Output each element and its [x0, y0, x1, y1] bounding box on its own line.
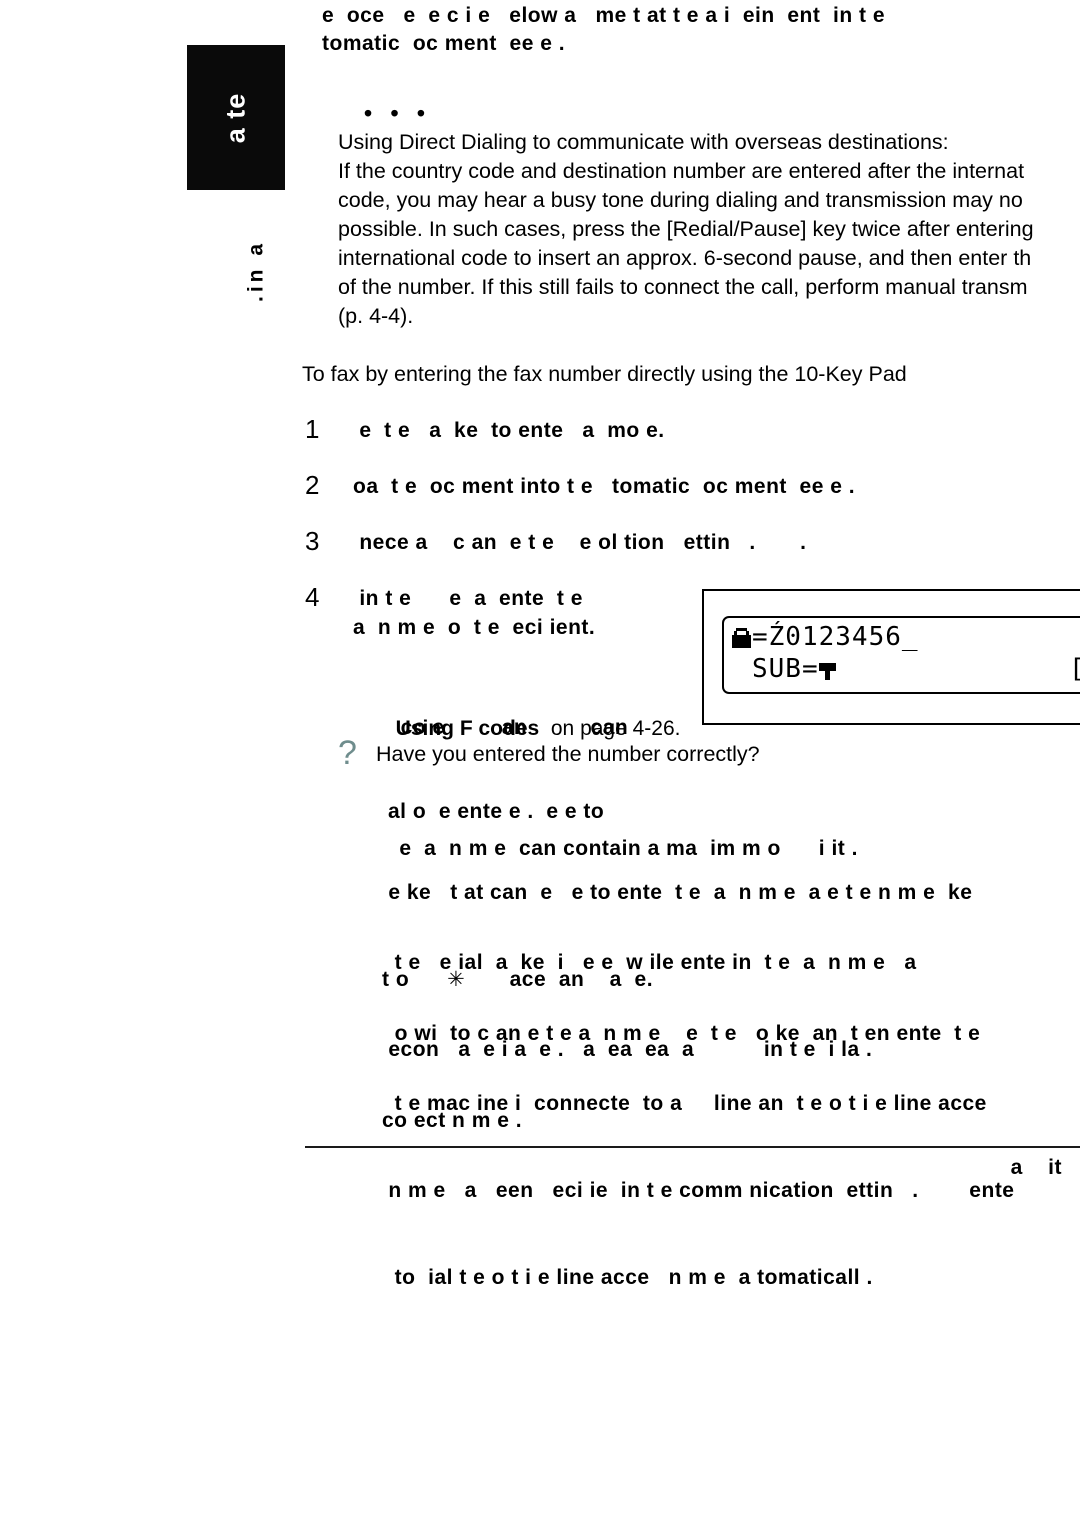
dialing-line-6: of the number. If this still fails to co…: [338, 275, 1028, 299]
lcd-number-value: =Ź0123456_: [752, 622, 919, 652]
chapter-tab-label: a te: [220, 92, 251, 143]
step-4-number: 4: [305, 582, 320, 612]
direct-dialing-note: Using Direct Dialing to communicate with…: [338, 128, 1080, 331]
dialing-line-5: international code to insert an approx. …: [338, 246, 1032, 270]
step-4-reference-suffix: on page 4-26.: [539, 717, 681, 740]
step-3-text: nece a c an e t e e ol tion ettin . .: [353, 531, 807, 554]
step-2-text: oa t e oc ment into t e tomatic oc ment …: [353, 475, 856, 498]
dialing-line-1: Using Direct Dialing to communicate with…: [338, 130, 949, 154]
header-note-line-2: tomatic oc ment ee e .: [322, 32, 566, 55]
cursor-block-icon: [818, 661, 836, 680]
footer-divider: [305, 1146, 1080, 1148]
dialing-line-4: possible. In such cases, press the [Redi…: [338, 217, 1034, 241]
note-5-line-3: to ial t e o t i e line acce n m e a tom…: [382, 1266, 873, 1289]
ellipsis-dots: • • •: [364, 100, 431, 126]
lcd-sub-label: SUB=: [752, 654, 819, 684]
intro-line: To fax by entering the fax number direct…: [302, 362, 907, 386]
footer-text: a it: [1004, 1156, 1062, 1179]
margin-vertical-label: .in a: [244, 239, 268, 303]
step-2-number: 2: [305, 470, 320, 500]
fax-machine-icon: [732, 628, 751, 648]
lcd-line-2: SUB=: [752, 654, 836, 684]
note-5-line-1: t e mac ine i connecte to a line an t e …: [382, 1092, 987, 1115]
dialing-line-3: code, you may hear a busy tone during di…: [338, 188, 1023, 212]
step-1-text: e t e a ke to ente a mo e.: [353, 419, 665, 442]
step-4-reference: Using F codes on page 4-26.: [384, 716, 724, 742]
dialing-line-7: (p. 4-4).: [338, 304, 414, 328]
step-4-text: in t e e a ente t e a n m e o t e eci ie…: [353, 587, 596, 639]
lcd-screen: =Ź0123456_ SUB= [1: [722, 616, 1080, 694]
note-5: t e mac ine i connecte to a line an t e …: [382, 1031, 1080, 1350]
header-note-line-1: e oce e e c i e elow a me t at t e a i e…: [322, 4, 886, 27]
help-question-text: Have you entered the number correctly?: [376, 742, 760, 766]
header-note: e oce e e c i e elow a me t at t e a i e…: [322, 2, 1080, 58]
manual-page: a te .in a e oce e e c i e elow a me t a…: [0, 0, 1080, 1529]
lcd-line-2-right: [1: [1069, 654, 1080, 684]
step-3-number: 3: [305, 526, 320, 556]
step-4-reference-prefix: [384, 717, 396, 740]
margin-vertical-note: .in a: [228, 226, 284, 316]
step-1-number: 1: [305, 414, 320, 444]
lcd-display-panel: =Ź0123456_ SUB= [1: [702, 589, 1080, 725]
lcd-line-1: =Ź0123456_: [732, 622, 919, 652]
chapter-tab: a te: [187, 45, 285, 190]
step-4-reference-title: Using F codes: [395, 717, 540, 740]
question-mark-icon: ?: [338, 734, 357, 772]
dialing-line-2: If the country code and destination numb…: [338, 159, 1025, 183]
